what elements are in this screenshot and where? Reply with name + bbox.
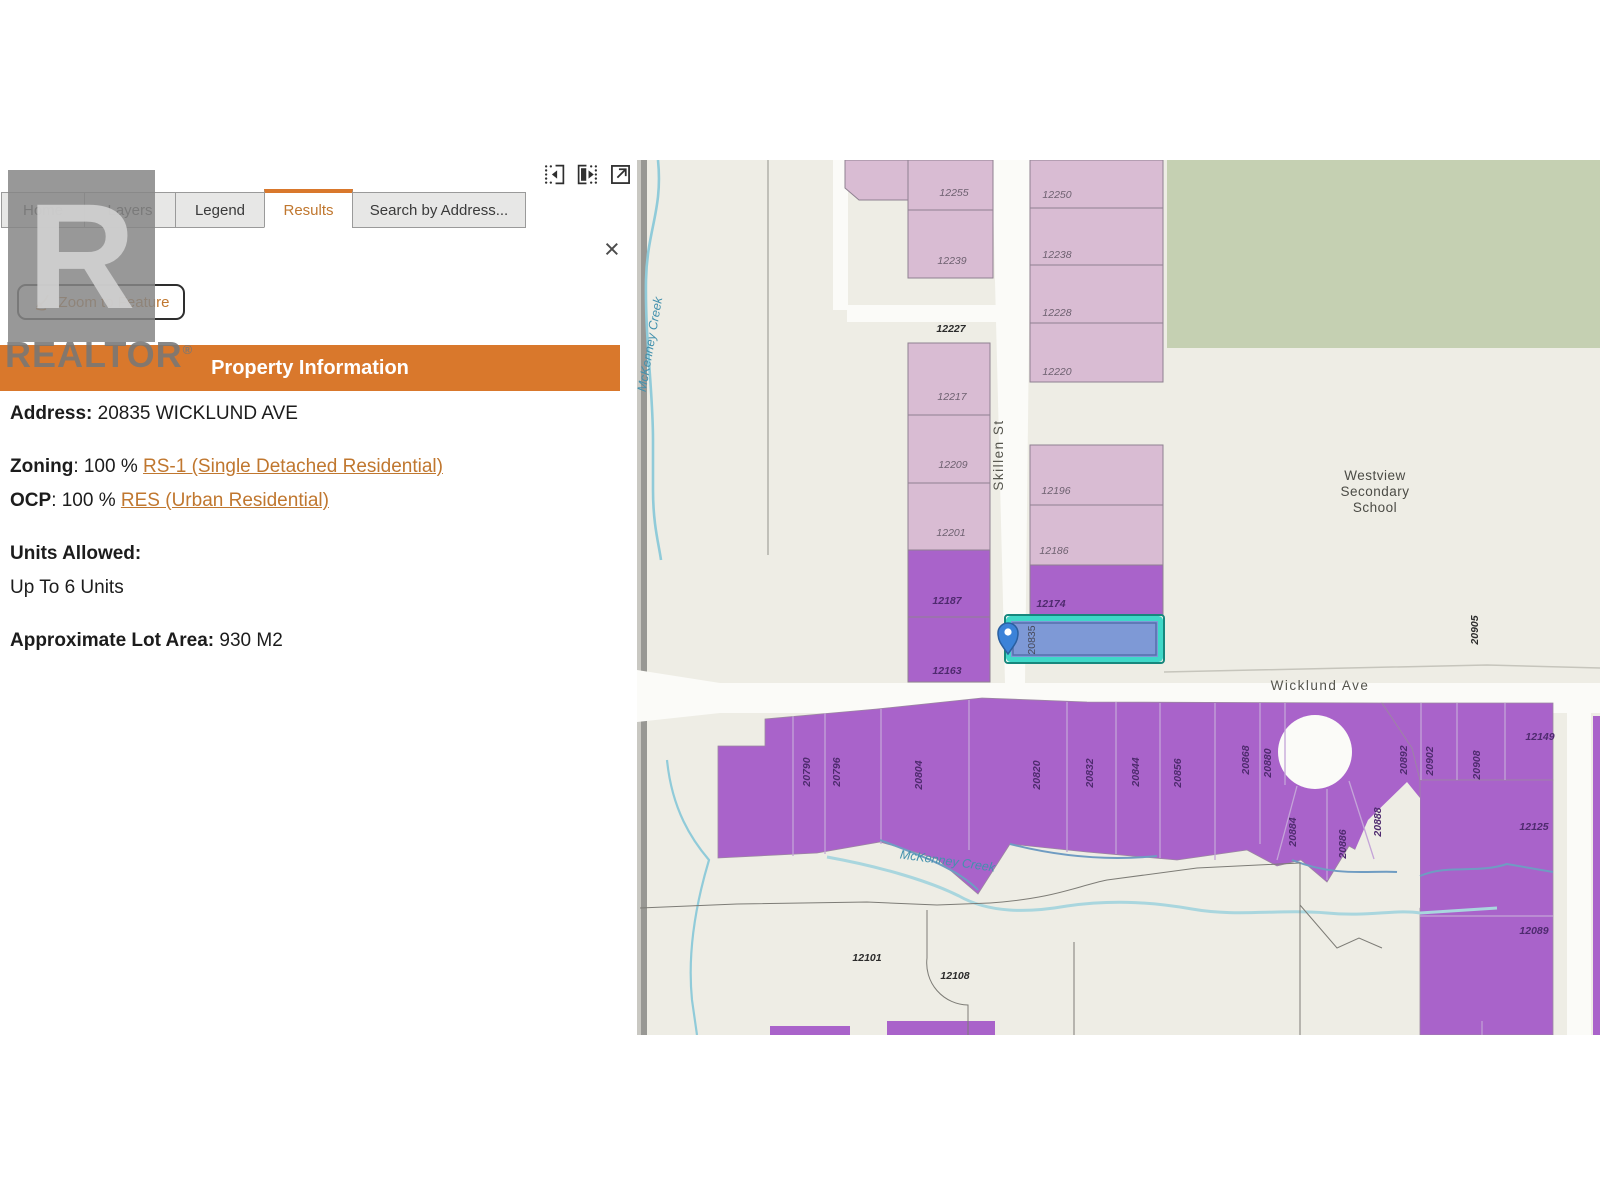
parcel-label: 20835 — [1026, 625, 1038, 654]
parcel-label: 12255 — [939, 187, 968, 199]
map-parcel — [908, 343, 990, 415]
property-information-title: Property Information — [211, 357, 409, 380]
parcel-label: 20844 — [1130, 757, 1142, 787]
parcel-label: 12201 — [936, 527, 965, 539]
parcel-label: 20868 — [1240, 745, 1252, 775]
parcel-boundary — [1164, 665, 1600, 672]
parcel-label: 12227 — [936, 323, 966, 335]
pink-parcels-west[interactable] — [845, 160, 993, 550]
property-information-header: Property Information — [0, 345, 620, 391]
units-allowed-label: Units Allowed: — [10, 543, 141, 565]
zoning-link[interactable]: RS-1 (Single Detached Residential) — [143, 456, 443, 477]
parcel-label: 12149 — [1525, 731, 1554, 743]
school-label: Secondary — [1340, 484, 1409, 499]
purple-parcels-west[interactable] — [908, 550, 990, 682]
parcel-label: 12174 — [1036, 598, 1065, 610]
parcel-label: 20796 — [831, 757, 843, 787]
ocp-line: OCP: 100 % RES (Urban Residential) — [10, 490, 329, 512]
tab-layers[interactable]: Layers — [84, 192, 176, 228]
parcel-label: 12125 — [1519, 821, 1548, 833]
address-label: Address: — [10, 403, 92, 424]
ocp-label: OCP — [10, 490, 51, 511]
parcel-label: 20884 — [1287, 817, 1299, 847]
parcel-label: 12217 — [937, 391, 967, 403]
parcel-label: 12196 — [1041, 485, 1070, 497]
pink-parcels-east[interactable] — [1030, 160, 1163, 565]
collapse-panel-left-icon[interactable] — [543, 163, 566, 186]
collapse-panel-right-icon[interactable] — [576, 163, 599, 186]
parcel-label: 20892 — [1398, 745, 1410, 775]
parcel-label: 20905 — [1469, 615, 1481, 645]
parcel-label: 20908 — [1471, 750, 1483, 780]
map-parcel — [908, 210, 993, 278]
map-parcel — [908, 160, 993, 210]
close-results-icon[interactable]: × — [604, 236, 620, 263]
zoning-label: Zoning — [10, 456, 73, 477]
lot-area-value: 930 M2 — [214, 630, 283, 651]
parcel-label: 12239 — [937, 255, 966, 267]
zoom-arrow-icon — [33, 293, 52, 312]
parcel-label: 20880 — [1262, 748, 1274, 778]
parcel-label: 20804 — [913, 760, 925, 790]
parcel-label: 20902 — [1424, 746, 1436, 776]
parcel-label: 12238 — [1042, 249, 1071, 261]
parcel-label: 12250 — [1042, 189, 1071, 201]
parcel-label: 12108 — [940, 970, 969, 982]
map-parcel — [845, 160, 908, 200]
parcel-label: 20886 — [1337, 829, 1349, 859]
ocp-link[interactable]: RES (Urban Residential) — [121, 490, 329, 511]
map-edge-strip — [637, 160, 641, 1035]
parcel-label: 12187 — [932, 595, 962, 607]
parcel-label: 12101 — [852, 952, 881, 964]
units-allowed-value: Up To 6 Units — [10, 577, 124, 599]
panel-tab-bar: Home Layers Legend Results Search by Add… — [2, 189, 526, 228]
map-parcel — [908, 415, 990, 483]
parcel-label: 20820 — [1031, 760, 1043, 790]
school-grounds[interactable] — [1167, 160, 1600, 348]
parcel-label: 12228 — [1042, 307, 1071, 319]
school-label: Westview — [1344, 468, 1406, 483]
parcel-label: 20888 — [1372, 807, 1384, 837]
address-line: Address: 20835 WICKLUND AVE — [10, 403, 298, 425]
tab-legend[interactable]: Legend — [175, 192, 265, 228]
parcel-label: 12220 — [1042, 366, 1071, 378]
zoom-to-feature-button[interactable]: Zoom to Feature — [17, 284, 185, 320]
tab-search-by-address[interactable]: Search by Address... — [352, 192, 526, 228]
panel-window-controls — [543, 163, 632, 186]
parcel-label: 20832 — [1084, 758, 1096, 788]
zoning-map[interactable]: 12255 12239 12227 12217 12209 12201 12187 12163… — [637, 160, 1600, 1035]
parcel-boundaries-south — [640, 863, 1382, 1035]
parcel-label: 20856 — [1172, 758, 1184, 788]
app-window: Home Layers Legend Results Search by Add… — [0, 0, 1600, 1200]
parcel-label: 12163 — [932, 665, 961, 677]
parcel-label: 12209 — [938, 459, 967, 471]
parcel-label: 12089 — [1519, 925, 1548, 937]
address-value: 20835 WICKLUND AVE — [92, 403, 298, 424]
parcel-label: 12186 — [1039, 545, 1068, 557]
open-in-new-window-icon[interactable] — [609, 163, 632, 186]
cul-de-sac — [1278, 715, 1352, 789]
street-label-skillen-st: Skillen St — [991, 419, 1006, 490]
lot-area-label: Approximate Lot Area: — [10, 630, 214, 651]
parcel-label: 20790 — [801, 757, 813, 787]
tab-home[interactable]: Home — [1, 192, 85, 228]
map-viewport[interactable]: 12255 12239 12227 12217 12209 12201 12187 12163… — [637, 160, 1600, 1035]
tab-results[interactable]: Results — [264, 189, 353, 228]
lot-area-line: Approximate Lot Area: 930 M2 — [10, 630, 283, 652]
school-label: School — [1353, 500, 1397, 515]
street-label-wicklund-ave: Wicklund Ave — [1271, 678, 1370, 693]
zoom-to-feature-label: Zoom to Feature — [59, 294, 170, 311]
map-parcel — [908, 483, 990, 550]
zoning-line: Zoning: 100 % RS-1 (Single Detached Resi… — [10, 456, 443, 478]
